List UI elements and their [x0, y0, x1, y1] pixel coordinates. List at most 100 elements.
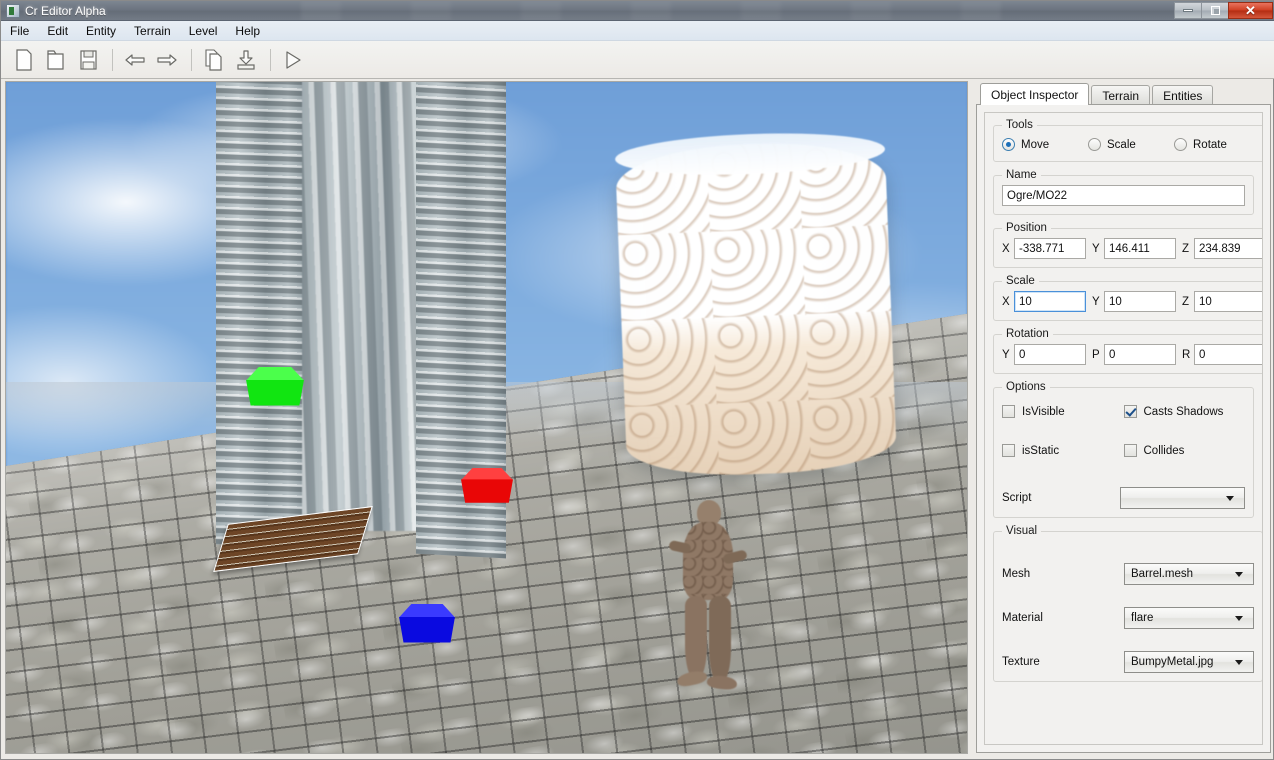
menu-item-terrain[interactable]: Terrain [125, 22, 180, 40]
checkbox-casts-shadows-icon [1123, 405, 1137, 418]
visual-group-legend: Visual [1006, 525, 1038, 537]
scale-z-input[interactable] [1194, 291, 1262, 312]
barrel-mesh-object[interactable] [614, 128, 898, 480]
redo-button[interactable] [152, 45, 182, 75]
open-folder-icon [47, 49, 64, 70]
green-cube-front-face [246, 379, 304, 406]
position-y-input[interactable] [1104, 238, 1176, 259]
script-dropdown[interactable] [1120, 487, 1245, 509]
play-button[interactable] [278, 45, 308, 75]
app-icon [6, 3, 20, 18]
rotation-r-label: R [1182, 348, 1191, 361]
tools-radio-row: Move Scale Rotate [1002, 135, 1260, 153]
menu-item-help[interactable]: Help [226, 22, 269, 40]
option-casts-shadows[interactable]: Casts Shadows [1123, 405, 1246, 418]
tool-move-option[interactable]: Move [1002, 138, 1088, 151]
tab-object-inspector-label: Object Inspector [991, 87, 1079, 102]
3d-viewport[interactable] [5, 81, 968, 754]
scale-group-legend: Scale [1006, 275, 1035, 287]
tab-entities[interactable]: Entities [1152, 85, 1214, 105]
ogre-right-foot [706, 674, 738, 691]
material-row: Material flare [1002, 607, 1254, 629]
inspector-tab-strip: Object Inspector Terrain Entities [976, 83, 1271, 105]
tab-terrain-label: Terrain [1102, 88, 1140, 103]
ridged-wall-left[interactable] [216, 82, 306, 548]
scale-y-label: Y [1092, 295, 1100, 308]
mesh-row: Mesh Barrel.mesh [1002, 563, 1254, 585]
restore-button[interactable] [1201, 2, 1229, 19]
tool-rotate-option[interactable]: Rotate [1174, 138, 1260, 151]
rotation-yaw-input[interactable] [1014, 344, 1086, 365]
tool-scale-option[interactable]: Scale [1088, 138, 1174, 151]
option-isstatic[interactable]: isStatic [1002, 444, 1124, 457]
radio-scale-icon [1088, 138, 1101, 151]
material-dropdown-value: flare [1131, 612, 1154, 624]
radio-rotate-icon [1174, 138, 1187, 151]
rotation-pitch-input[interactable] [1104, 344, 1176, 365]
tool-scale-label: Scale [1107, 138, 1136, 151]
rotation-y-label: Y [1002, 348, 1010, 361]
ogre-character-object[interactable] [668, 500, 748, 705]
ogre-left-foot [675, 669, 709, 688]
application-window: Cr Editor Alpha ✕ File Edit Entity Terra… [0, 0, 1274, 760]
radio-move-icon [1002, 138, 1015, 151]
chevron-down-icon [1235, 659, 1243, 665]
inspector-tab-body: Tools Move Scale Rotate Name Ogre/MO22 P… [976, 104, 1271, 753]
rotation-roll-input[interactable] [1194, 344, 1262, 365]
material-dropdown[interactable]: flare [1124, 607, 1254, 629]
scale-group: Scale X Y Z [993, 275, 1262, 321]
menu-item-entity[interactable]: Entity [77, 22, 125, 40]
option-isstatic-label: isStatic [1022, 444, 1060, 457]
close-icon: ✕ [1245, 3, 1256, 18]
copy-button[interactable] [199, 45, 229, 75]
option-collides[interactable]: Collides [1123, 444, 1246, 457]
menu-item-file[interactable]: File [1, 22, 38, 40]
scale-row: X Y Z [1002, 291, 1262, 312]
import-button[interactable] [231, 45, 261, 75]
chevron-down-icon [1226, 495, 1234, 501]
chevron-down-icon [1235, 571, 1243, 577]
mesh-dropdown[interactable]: Barrel.mesh [1124, 563, 1254, 585]
option-isvisible[interactable]: IsVisible [1002, 405, 1124, 418]
option-collides-label: Collides [1143, 444, 1185, 457]
play-icon [286, 50, 301, 69]
position-x-input[interactable] [1014, 238, 1086, 259]
scale-x-input[interactable] [1014, 291, 1086, 312]
close-button[interactable]: ✕ [1228, 2, 1273, 19]
mesh-dropdown-value: Barrel.mesh [1131, 568, 1193, 580]
toolbar-separator-1 [112, 48, 113, 71]
red-cube-object[interactable] [461, 468, 513, 506]
blue-cube-object[interactable] [399, 604, 455, 646]
position-x-label: X [1002, 242, 1010, 255]
texture-dropdown[interactable]: BumpyMetal.jpg [1124, 651, 1254, 673]
object-name-input[interactable] [1002, 185, 1245, 206]
ogre-left-leg [685, 596, 707, 678]
save-button[interactable] [73, 45, 103, 75]
tab-object-inspector[interactable]: Object Inspector [980, 83, 1090, 105]
mesh-label: Mesh [1002, 568, 1031, 580]
option-isvisible-label: IsVisible [1022, 405, 1065, 418]
minimize-button[interactable] [1174, 2, 1202, 19]
import-icon [237, 49, 255, 70]
position-z-input[interactable] [1194, 238, 1262, 259]
inspector-content: Tools Move Scale Rotate Name Ogre/MO22 P… [984, 112, 1263, 745]
green-cube-object[interactable] [246, 367, 304, 409]
undo-arrow-icon [125, 53, 145, 66]
blue-cube-front-face [399, 616, 455, 643]
scale-y-input[interactable] [1104, 291, 1176, 312]
texture-dropdown-value: BumpyMetal.jpg [1131, 656, 1214, 668]
open-folder-button[interactable] [41, 45, 71, 75]
menu-item-edit[interactable]: Edit [38, 22, 77, 40]
undo-button[interactable] [120, 45, 150, 75]
menu-bar: File Edit Entity Terrain Level Help [1, 21, 1274, 41]
script-row: Script [1002, 487, 1245, 509]
new-document-button[interactable] [9, 45, 39, 75]
tab-terrain[interactable]: Terrain [1091, 85, 1151, 105]
option-casts-shadows-label: Casts Shadows [1143, 405, 1224, 418]
menu-item-level[interactable]: Level [180, 22, 227, 40]
inspector-panel: Object Inspector Terrain Entities Tools … [976, 83, 1271, 754]
position-y-label: Y [1092, 242, 1100, 255]
blue-cube-top-face [399, 604, 455, 618]
name-group-legend: Name [1006, 169, 1037, 181]
minimize-icon [1183, 9, 1193, 12]
